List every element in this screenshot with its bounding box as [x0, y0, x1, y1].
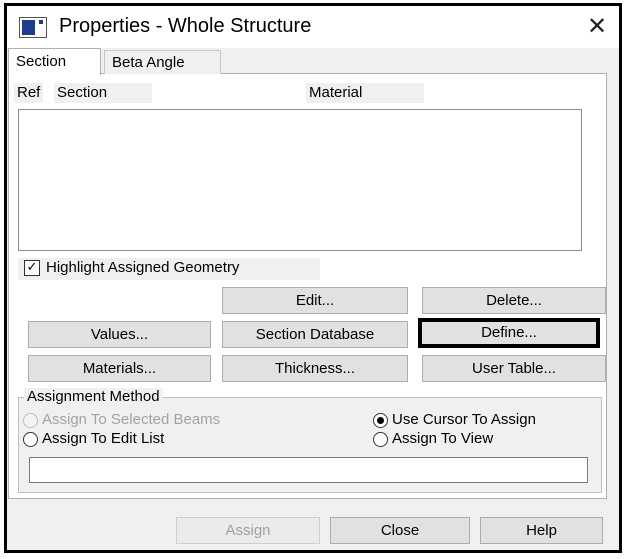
- close-button[interactable]: Close: [330, 517, 470, 544]
- delete-button[interactable]: Delete...: [422, 287, 606, 314]
- window-title: Properties - Whole Structure: [59, 15, 312, 37]
- help-button[interactable]: Help: [480, 517, 603, 544]
- tab-beta-angle[interactable]: Beta Angle: [104, 50, 221, 74]
- radio-label-assign-selected-beams: Assign To Selected Beams: [42, 411, 221, 428]
- define-button[interactable]: Define...: [418, 318, 600, 348]
- section-database-button[interactable]: Section Database: [222, 321, 408, 348]
- radio-assign-edit-list[interactable]: [23, 432, 38, 447]
- assignment-method-legend: Assignment Method: [24, 388, 163, 405]
- radio-assign-selected-beams: [23, 413, 38, 428]
- radio-assign-view[interactable]: [373, 432, 388, 447]
- radio-label-use-cursor[interactable]: Use Cursor To Assign: [392, 411, 536, 428]
- radio-label-assign-view[interactable]: Assign To View: [392, 430, 493, 447]
- values-button[interactable]: Values...: [28, 321, 211, 348]
- highlight-geometry-checkbox[interactable]: ✓ Highlight Assigned Geometry: [18, 258, 320, 280]
- window-icon: [19, 17, 47, 38]
- edit-button[interactable]: Edit...: [222, 287, 408, 314]
- assign-button[interactable]: Assign: [176, 517, 320, 544]
- column-header-ref[interactable]: Ref: [14, 83, 44, 103]
- radio-use-cursor[interactable]: [373, 413, 388, 428]
- assignment-input[interactable]: [29, 457, 588, 483]
- tab-section[interactable]: Section: [8, 48, 101, 75]
- radio-label-assign-edit-list[interactable]: Assign To Edit List: [42, 430, 164, 447]
- user-table-button[interactable]: User Table...: [422, 355, 606, 382]
- highlight-geometry-label: Highlight Assigned Geometry: [46, 259, 240, 276]
- materials-button[interactable]: Materials...: [28, 355, 211, 382]
- thickness-button[interactable]: Thickness...: [222, 355, 408, 382]
- title-bar: Properties - Whole Structure ✕: [7, 6, 619, 48]
- section-list[interactable]: [18, 109, 582, 251]
- close-icon[interactable]: ✕: [587, 12, 607, 40]
- column-header-section[interactable]: Section: [54, 83, 152, 103]
- checkbox-check-icon[interactable]: ✓: [24, 260, 40, 276]
- column-header-material[interactable]: Material: [306, 83, 424, 103]
